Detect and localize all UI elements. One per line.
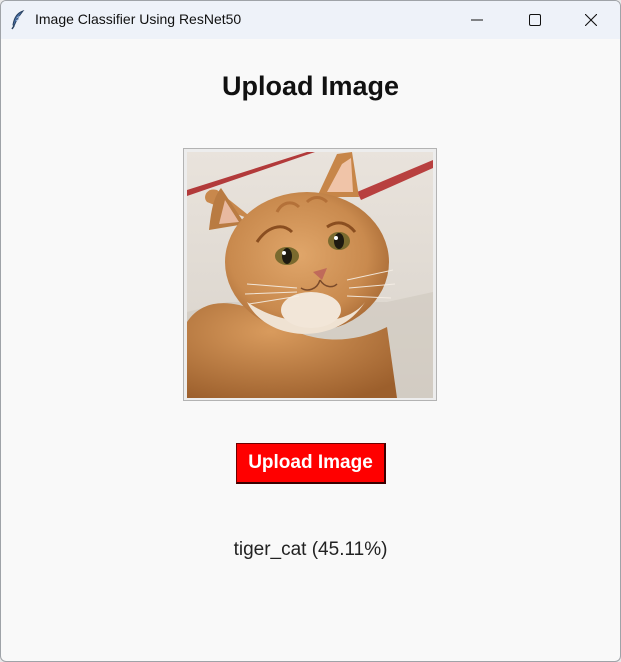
feather-icon	[11, 9, 25, 30]
image-preview	[183, 148, 437, 401]
title-bar[interactable]: Image Classifier Using ResNet50	[1, 1, 620, 39]
maximize-icon	[529, 14, 541, 26]
upload-image-button[interactable]: Upload Image	[236, 443, 386, 484]
app-window: Image Classifier Using ResNet50 Upload I…	[0, 0, 621, 662]
page-title: Upload Image	[221, 71, 400, 101]
close-button[interactable]	[562, 1, 620, 39]
maximize-button[interactable]	[506, 1, 564, 39]
cat-photo	[187, 152, 433, 398]
prediction-label: tiger_cat (45.11%)	[233, 539, 388, 560]
minimize-icon	[471, 19, 483, 21]
minimize-button[interactable]	[448, 1, 506, 39]
window-title: Image Classifier Using ResNet50	[35, 11, 242, 27]
close-icon	[585, 14, 597, 26]
